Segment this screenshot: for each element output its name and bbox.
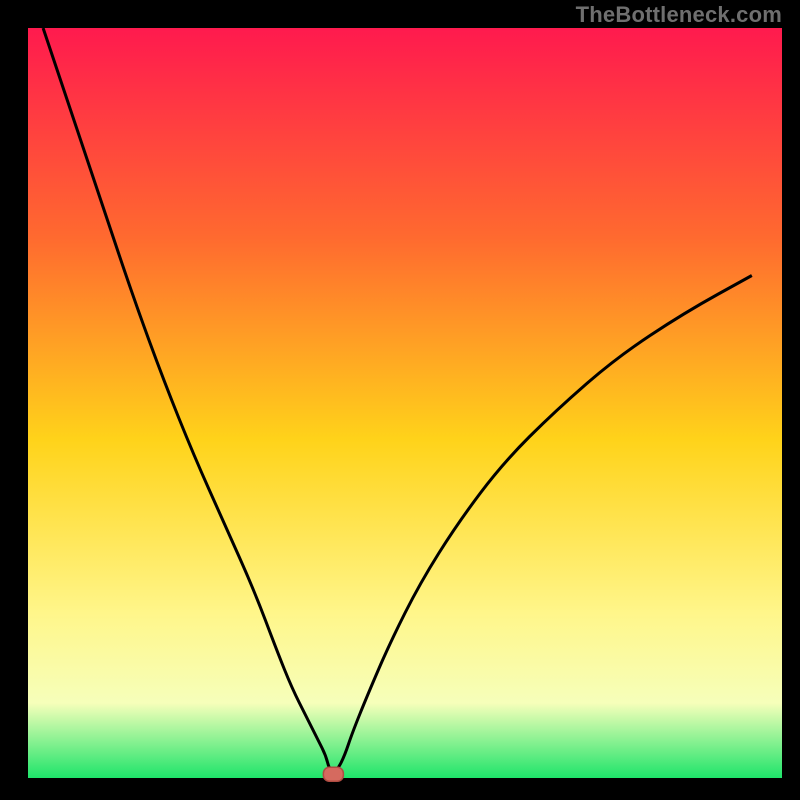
watermark-text: TheBottleneck.com bbox=[576, 2, 782, 28]
optimal-point-marker bbox=[323, 767, 343, 781]
chart-frame: TheBottleneck.com bbox=[0, 0, 800, 800]
plot-background bbox=[28, 28, 782, 778]
bottleneck-chart bbox=[0, 0, 800, 800]
